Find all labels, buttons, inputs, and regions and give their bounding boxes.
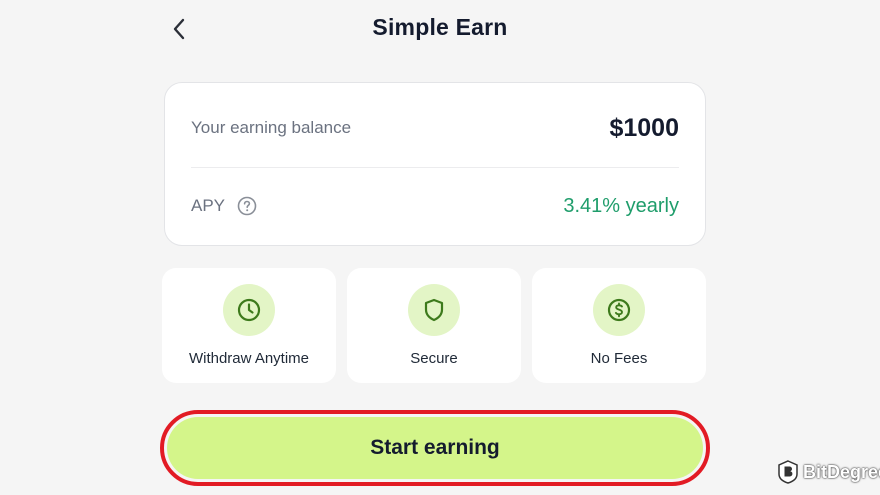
- apy-label: APY: [191, 196, 226, 215]
- balance-row: Your earning balance $1000: [191, 109, 679, 147]
- clock-icon: [237, 298, 261, 322]
- shield-icon: [424, 298, 444, 322]
- apy-value: 3.41% yearly: [563, 194, 679, 217]
- feature-label: Withdraw Anytime: [188, 350, 310, 367]
- feature-no-fees: No Fees: [532, 268, 706, 383]
- watermark-text: BitDegree: [803, 461, 880, 482]
- balance-label: Your earning balance: [191, 118, 352, 137]
- feature-secure: Secure: [347, 268, 521, 383]
- dollar-circle-icon: [607, 298, 631, 322]
- card-divider: [191, 167, 679, 168]
- page-title: Simple Earn: [372, 14, 508, 40]
- feature-label: Secure: [410, 350, 458, 367]
- watermark: BitDegree: [778, 460, 880, 484]
- feature-label: No Fees: [590, 350, 648, 367]
- balance-value: $1000: [609, 113, 679, 142]
- feature-withdraw-anytime: Withdraw Anytime: [162, 268, 336, 383]
- start-earning-button[interactable]: Start earning: [167, 417, 703, 479]
- balance-card: Your earning balance $1000 APY 3.41% yea…: [164, 82, 706, 246]
- apy-row: APY 3.41% yearly: [191, 189, 679, 223]
- bitdegree-logo-icon: [778, 460, 798, 484]
- question-circle-icon[interactable]: [237, 196, 257, 216]
